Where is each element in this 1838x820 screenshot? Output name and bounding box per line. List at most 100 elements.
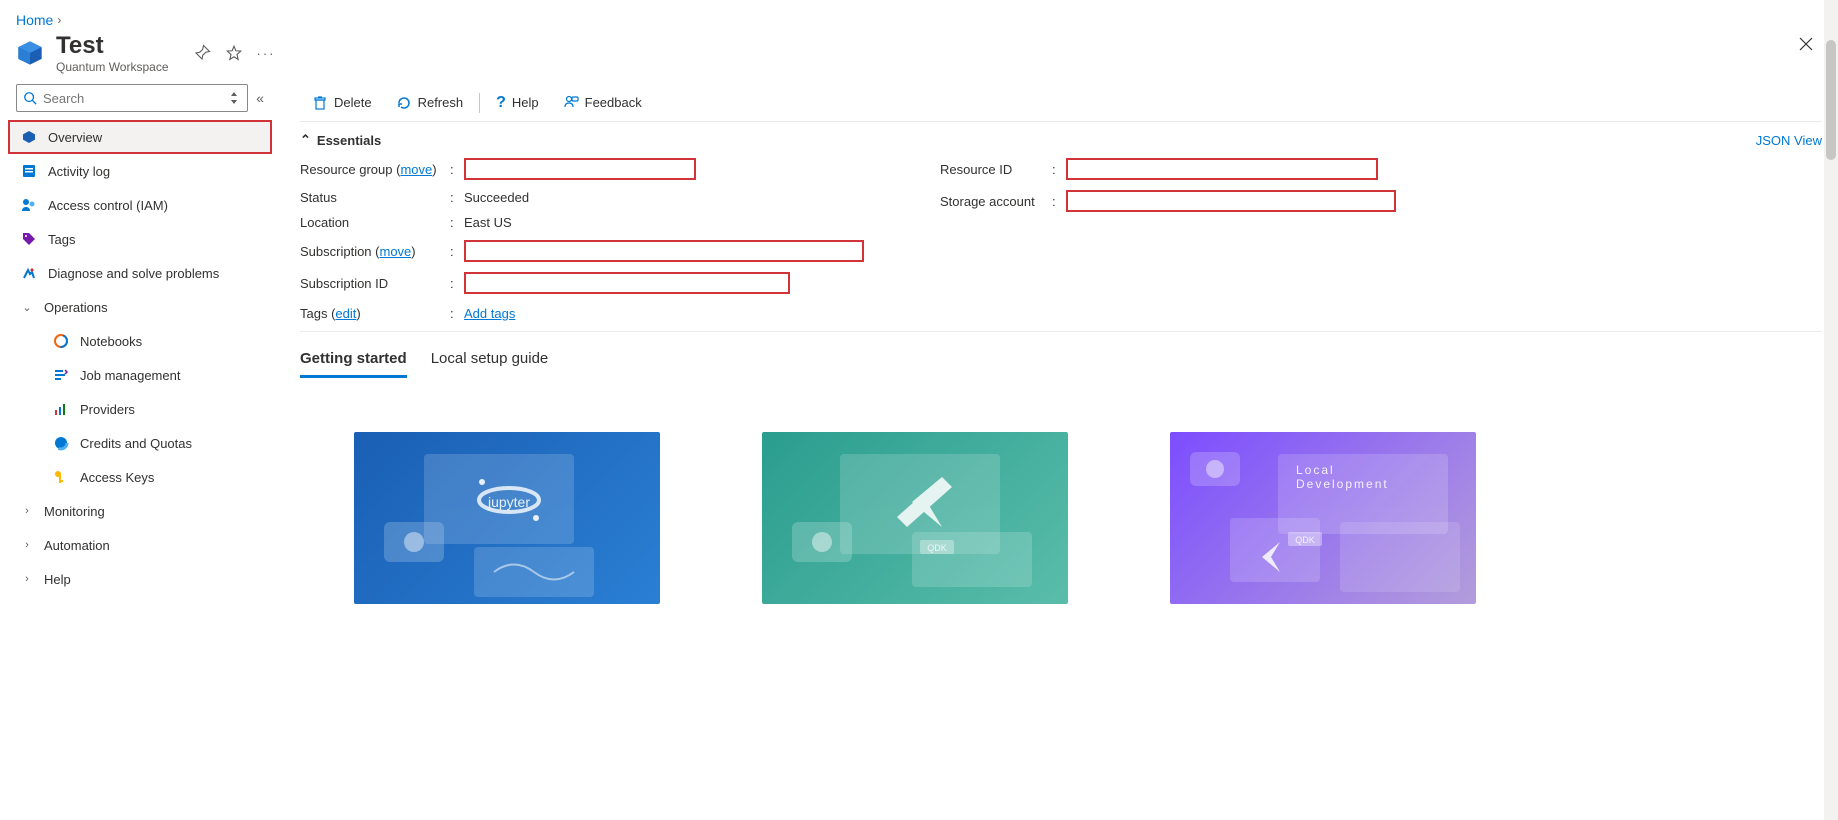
command-bar: Delete Refresh ? Help Feedback — [300, 84, 1822, 122]
notebooks-icon — [52, 332, 70, 350]
sidebar-item-label: Activity log — [48, 164, 110, 179]
refresh-button[interactable]: Refresh — [384, 84, 476, 121]
card-title-line1: Local — [1296, 463, 1335, 477]
job-management-icon — [52, 366, 70, 384]
main-content: Delete Refresh ? Help Feedback ⌃ Essenti… — [280, 84, 1838, 814]
storage-account-value-redacted — [1066, 190, 1396, 212]
pin-icon[interactable] — [193, 44, 211, 62]
sidebar-item-label: Access Keys — [80, 470, 154, 485]
page-title: Test — [56, 32, 169, 60]
sidebar-item-access-keys[interactable]: Access Keys — [8, 460, 272, 494]
location-label: Location — [300, 215, 450, 230]
resource-group-value-redacted — [464, 158, 696, 180]
sidebar-item-label: Providers — [80, 402, 135, 417]
sidebar-item-providers[interactable]: Providers — [8, 392, 272, 426]
resource-group-label: Resource group (move) — [300, 162, 450, 177]
delete-icon — [312, 95, 328, 111]
sidebar: « Overview Activity log Access control (… — [0, 84, 280, 814]
tags-label: Tags (edit) — [300, 306, 450, 321]
activity-log-icon — [20, 162, 38, 180]
refresh-label: Refresh — [418, 95, 464, 110]
sidebar-item-notebooks[interactable]: Notebooks — [8, 324, 272, 358]
page-subtitle: Quantum Workspace — [56, 60, 169, 74]
sidebar-item-diagnose[interactable]: Diagnose and solve problems — [8, 256, 272, 290]
delete-label: Delete — [334, 95, 372, 110]
sidebar-item-label: Overview — [48, 130, 102, 145]
chevron-up-icon: ⌃ — [300, 132, 311, 148]
status-value: Succeeded — [464, 190, 529, 205]
resource-id-value-redacted — [1066, 158, 1378, 180]
delete-button[interactable]: Delete — [300, 84, 384, 121]
sidebar-section-label: Help — [44, 572, 71, 587]
chevron-right-icon: › — [20, 539, 34, 551]
chevron-right-icon: › — [20, 505, 34, 517]
tags-icon — [20, 230, 38, 248]
sidebar-section-label: Operations — [44, 300, 108, 315]
access-control-icon — [20, 196, 38, 214]
sidebar-item-label: Diagnose and solve problems — [48, 266, 219, 281]
sidebar-section-label: Monitoring — [44, 504, 105, 519]
feedback-button[interactable]: Feedback — [551, 84, 654, 121]
refresh-icon — [396, 95, 412, 111]
location-value: East US — [464, 215, 512, 230]
tab-strip: Getting started Local setup guide — [300, 342, 1822, 378]
tab-getting-started[interactable]: Getting started — [300, 342, 407, 378]
card-vscode-qdk[interactable]: QDK — [762, 432, 1068, 604]
star-icon[interactable] — [225, 44, 243, 62]
card-jupyter[interactable]: jupyter — [354, 432, 660, 604]
quantum-workspace-icon — [16, 39, 44, 67]
providers-icon — [52, 400, 70, 418]
close-button[interactable] — [1790, 32, 1822, 56]
separator — [479, 93, 480, 113]
resource-id-label: Resource ID — [940, 162, 1052, 177]
sidebar-item-activity-log[interactable]: Activity log — [8, 154, 272, 188]
sidebar-item-overview[interactable]: Overview — [8, 120, 272, 154]
subscription-value-redacted — [464, 240, 864, 262]
card-title-line2: Development — [1296, 477, 1389, 491]
chevron-right-icon: › — [57, 13, 61, 27]
sidebar-section-help[interactable]: › Help — [8, 562, 272, 596]
card-local-development[interactable]: Local Development QDK — [1170, 432, 1476, 604]
feedback-label: Feedback — [585, 95, 642, 110]
chevron-right-icon: › — [20, 573, 34, 585]
sidebar-search[interactable] — [16, 84, 248, 112]
essentials-toggle[interactable]: ⌃ Essentials — [300, 132, 381, 148]
sidebar-section-label: Automation — [44, 538, 110, 553]
sidebar-item-label: Job management — [80, 368, 180, 383]
sidebar-item-label: Tags — [48, 232, 75, 247]
search-icon — [23, 91, 37, 105]
tab-local-setup[interactable]: Local setup guide — [431, 342, 549, 378]
tags-edit-link[interactable]: edit — [335, 306, 356, 321]
status-label: Status — [300, 190, 450, 205]
access-keys-icon — [52, 468, 70, 486]
sidebar-item-credits-quotas[interactable]: Credits and Quotas — [8, 426, 272, 460]
resource-group-move-link[interactable]: move — [400, 162, 432, 177]
storage-account-label: Storage account — [940, 194, 1052, 209]
subscription-move-link[interactable]: move — [380, 244, 412, 259]
diagnose-icon — [20, 264, 38, 282]
help-button[interactable]: ? Help — [484, 84, 551, 121]
essentials-heading: Essentials — [317, 133, 381, 148]
more-icon[interactable]: ··· — [257, 46, 276, 61]
feedback-icon — [563, 95, 579, 111]
sidebar-item-access-control[interactable]: Access control (IAM) — [8, 188, 272, 222]
collapse-sidebar-icon[interactable]: « — [256, 90, 264, 106]
sidebar-item-tags[interactable]: Tags — [8, 222, 272, 256]
help-icon: ? — [496, 94, 506, 112]
breadcrumb-home[interactable]: Home — [16, 12, 53, 28]
add-tags-link[interactable]: Add tags — [464, 306, 515, 321]
scrollbar[interactable] — [1824, 0, 1838, 820]
help-label: Help — [512, 95, 539, 110]
subscription-id-value-redacted — [464, 272, 790, 294]
sidebar-section-monitoring[interactable]: › Monitoring — [8, 494, 272, 528]
subscription-id-label: Subscription ID — [300, 276, 450, 291]
sort-icon[interactable] — [229, 91, 241, 105]
sidebar-item-job-management[interactable]: Job management — [8, 358, 272, 392]
scrollbar-thumb[interactable] — [1826, 40, 1836, 160]
search-input[interactable] — [37, 91, 229, 106]
sidebar-section-automation[interactable]: › Automation — [8, 528, 272, 562]
sidebar-section-operations[interactable]: ⌄ Operations — [8, 290, 272, 324]
card-caption: QDK — [1295, 535, 1315, 545]
credits-quotas-icon — [52, 434, 70, 452]
json-view-link[interactable]: JSON View — [1756, 133, 1822, 148]
